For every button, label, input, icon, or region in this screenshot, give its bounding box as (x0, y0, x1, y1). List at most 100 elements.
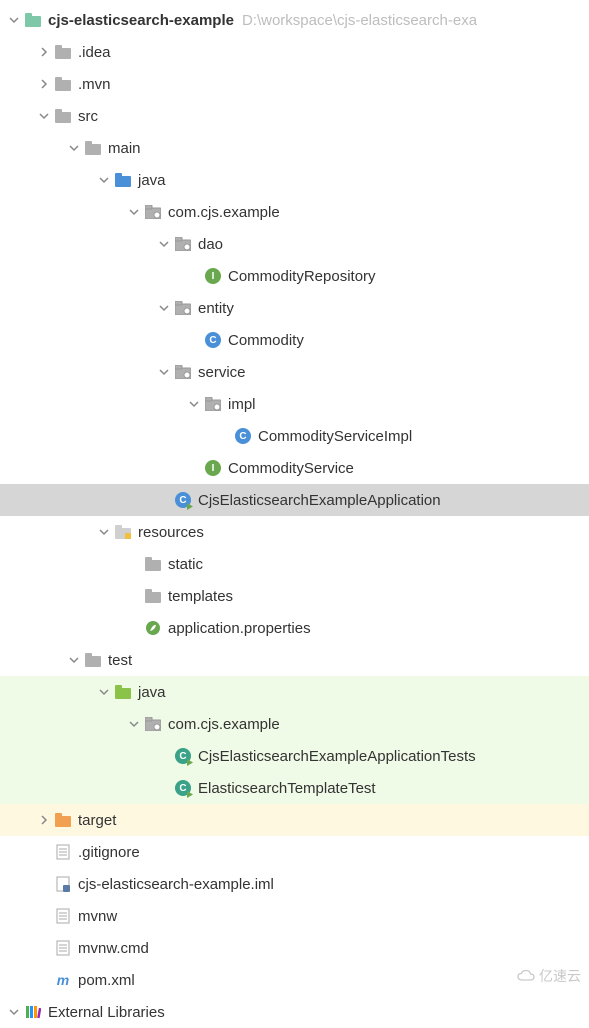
tree-label: CommodityService (228, 460, 354, 477)
tree-row-commodity-service-impl[interactable]: • C CommodityServiceImpl (0, 420, 589, 452)
chevron-down-icon[interactable] (4, 1007, 24, 1017)
tree-row-mvnw-cmd[interactable]: • mvnw.cmd (0, 932, 589, 964)
tree-row-java-test[interactable]: java (0, 676, 589, 708)
chevron-down-icon[interactable] (154, 303, 174, 313)
tree-row-root[interactable]: cjs-elasticsearch-example D:\workspace\c… (0, 4, 589, 36)
tree-row-src[interactable]: src (0, 100, 589, 132)
root-label: cjs-elasticsearch-example (48, 12, 234, 29)
tree-row-app-props[interactable]: • application.properties (0, 612, 589, 644)
tree-row-impl[interactable]: impl (0, 388, 589, 420)
package-icon (174, 235, 192, 253)
watermark-text: 亿速云 (539, 966, 581, 986)
tree-label: main (108, 140, 141, 157)
tree-row-external-libs[interactable]: External Libraries (0, 996, 589, 1028)
tree-row-templates[interactable]: • templates (0, 580, 589, 612)
iml-file-icon (54, 875, 72, 893)
tree-row-static[interactable]: • static (0, 548, 589, 580)
package-icon (204, 395, 222, 413)
tree-label: .idea (78, 44, 111, 61)
tree-label: External Libraries (48, 1004, 165, 1021)
tree-row-iml[interactable]: • cjs-elasticsearch-example.iml (0, 868, 589, 900)
tree-row-mvn[interactable]: .mvn (0, 68, 589, 100)
chevron-down-icon[interactable] (124, 207, 144, 217)
chevron-down-icon[interactable] (154, 239, 174, 249)
folder-icon (54, 75, 72, 93)
tree-row-pkg-test[interactable]: com.cjs.example (0, 708, 589, 740)
project-tree[interactable]: cjs-elasticsearch-example D:\workspace\c… (0, 0, 589, 1028)
tree-row-pom[interactable]: • m pom.xml (0, 964, 589, 996)
tree-row-entity[interactable]: entity (0, 292, 589, 324)
tree-row-java-main[interactable]: java (0, 164, 589, 196)
root-path: D:\workspace\cjs-elasticsearch-exa (242, 12, 477, 29)
tree-row-main[interactable]: main (0, 132, 589, 164)
chevron-down-icon[interactable] (34, 111, 54, 121)
tree-row-dao[interactable]: dao (0, 228, 589, 260)
tree-label: CjsElasticsearchExampleApplication (198, 492, 441, 509)
tree-row-target[interactable]: target (0, 804, 589, 836)
tree-row-cjs-app-tests[interactable]: • C CjsElasticsearchExampleApplicationTe… (0, 740, 589, 772)
tree-label: static (168, 556, 203, 573)
tree-row-es-template-test[interactable]: • C ElasticsearchTemplateTest (0, 772, 589, 804)
tree-row-mvnw[interactable]: • mvnw (0, 900, 589, 932)
test-source-folder-icon (114, 683, 132, 701)
folder-icon (144, 587, 162, 605)
tree-row-commodity[interactable]: • C Commodity (0, 324, 589, 356)
chevron-down-icon[interactable] (124, 719, 144, 729)
package-icon (144, 203, 162, 221)
tree-row-resources[interactable]: resources (0, 516, 589, 548)
tree-row-pkg-main[interactable]: com.cjs.example (0, 196, 589, 228)
interface-icon: I (204, 267, 222, 285)
tree-label: test (108, 652, 132, 669)
chevron-down-icon[interactable] (94, 175, 114, 185)
tree-label: src (78, 108, 98, 125)
excluded-folder-icon (54, 811, 72, 829)
interface-icon: I (204, 459, 222, 477)
tree-row-service[interactable]: service (0, 356, 589, 388)
tree-label: com.cjs.example (168, 716, 280, 733)
chevron-right-icon[interactable] (34, 47, 54, 57)
folder-icon (144, 555, 162, 573)
tree-label: .mvn (78, 76, 111, 93)
folder-icon (54, 43, 72, 61)
spring-properties-icon (144, 619, 162, 637)
runnable-test-class-icon: C (174, 747, 192, 765)
folder-icon (54, 107, 72, 125)
package-icon (174, 363, 192, 381)
tree-row-commodity-repository[interactable]: • I CommodityRepository (0, 260, 589, 292)
tree-label: CjsElasticsearchExampleApplicationTests (198, 748, 476, 765)
tree-row-test[interactable]: test (0, 644, 589, 676)
tree-label: com.cjs.example (168, 204, 280, 221)
chevron-down-icon[interactable] (64, 143, 84, 153)
chevron-down-icon[interactable] (64, 655, 84, 665)
tree-row-cjs-app[interactable]: • C CjsElasticsearchExampleApplication (0, 484, 589, 516)
libraries-icon (24, 1003, 42, 1021)
chevron-down-icon[interactable] (154, 367, 174, 377)
tree-label: CommodityRepository (228, 268, 376, 285)
tree-label: java (138, 684, 166, 701)
chevron-right-icon[interactable] (34, 79, 54, 89)
tree-label: pom.xml (78, 972, 135, 989)
tree-label: service (198, 364, 246, 381)
chevron-down-icon[interactable] (94, 687, 114, 697)
tree-label: entity (198, 300, 234, 317)
chevron-down-icon[interactable] (94, 527, 114, 537)
tree-label: templates (168, 588, 233, 605)
tree-label: dao (198, 236, 223, 253)
tree-label: CommodityServiceImpl (258, 428, 412, 445)
tree-label: Commodity (228, 332, 304, 349)
text-file-icon (54, 907, 72, 925)
folder-icon (84, 139, 102, 157)
tree-row-commodity-service[interactable]: • I CommodityService (0, 452, 589, 484)
watermark: 亿速云 (517, 966, 581, 986)
resources-folder-icon (114, 523, 132, 541)
package-icon (144, 715, 162, 733)
text-file-icon (54, 843, 72, 861)
chevron-right-icon[interactable] (34, 815, 54, 825)
text-file-icon (54, 939, 72, 957)
tree-row-idea[interactable]: .idea (0, 36, 589, 68)
chevron-down-icon[interactable] (184, 399, 204, 409)
cloud-icon (517, 969, 535, 983)
source-folder-icon (114, 171, 132, 189)
tree-row-gitignore[interactable]: • .gitignore (0, 836, 589, 868)
chevron-down-icon[interactable] (4, 15, 24, 25)
